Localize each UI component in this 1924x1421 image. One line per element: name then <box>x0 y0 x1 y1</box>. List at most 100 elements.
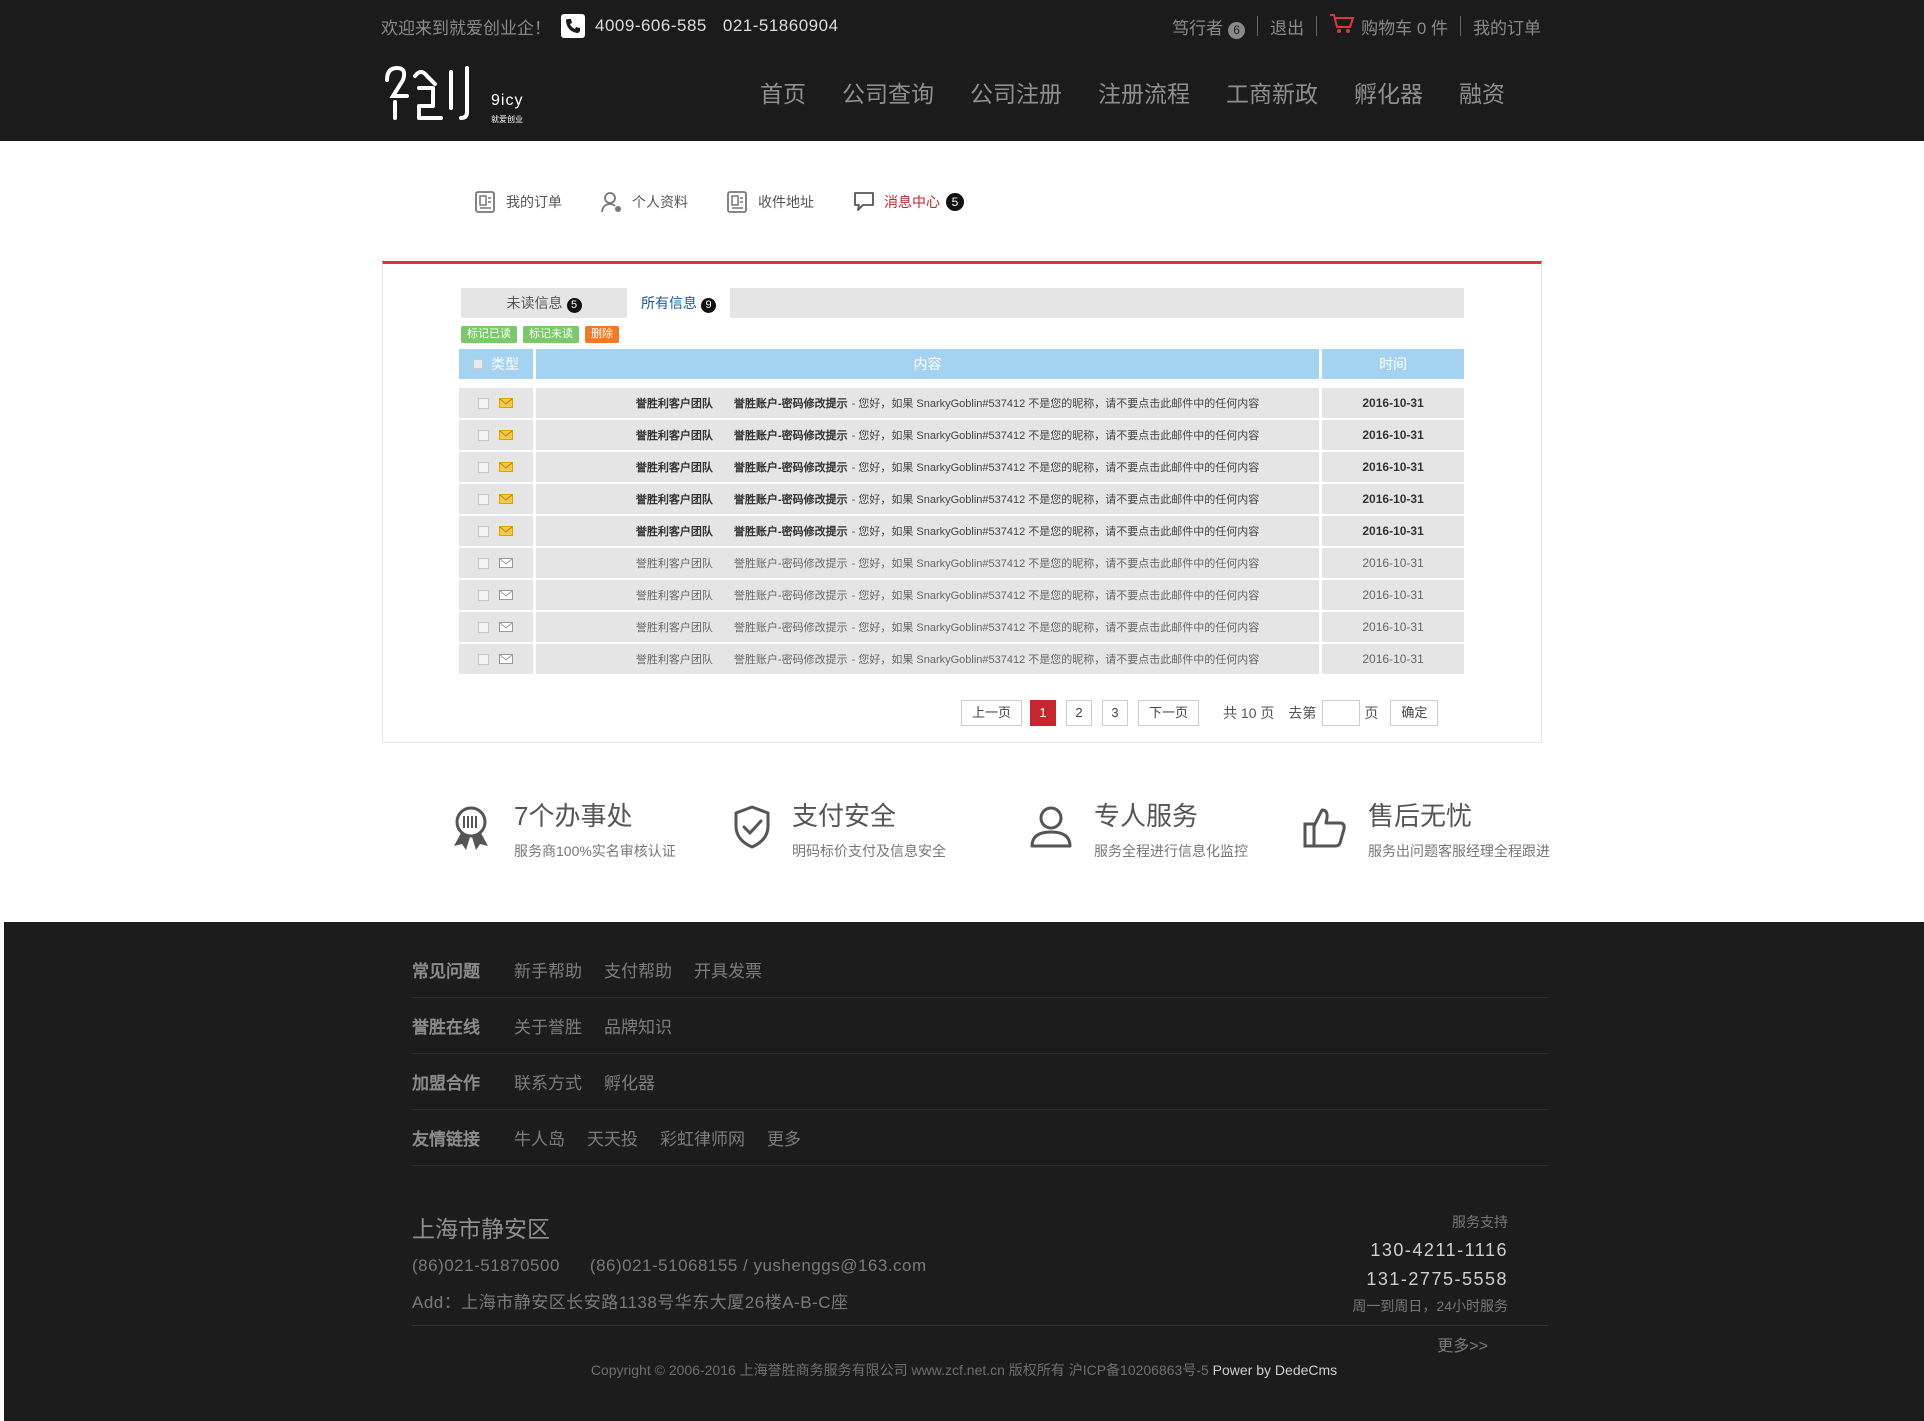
row-checkbox[interactable] <box>478 429 490 441</box>
footer-link[interactable]: 更多 <box>767 1125 801 1150</box>
delete-button[interactable]: 删除 <box>585 326 619 343</box>
username-link[interactable]: 笃行者 6 <box>1172 14 1246 39</box>
row-subject[interactable]: 誉胜账户-密码修改提示 <box>734 523 848 539</box>
row-subject[interactable]: 誉胜账户-密码修改提示 <box>734 427 848 443</box>
cart-icon[interactable] <box>1329 13 1355 40</box>
goto-confirm-button[interactable]: 确定 <box>1390 700 1439 726</box>
tab-profile[interactable]: 个人资料 <box>600 186 688 218</box>
message-list: 誉胜利客户团队 誉胜账户-密码修改提示 - 您好，如果 SnarkyGoblin#5… <box>459 388 1464 676</box>
username-text: 笃行者 <box>1172 18 1224 38</box>
page-2[interactable]: 2 <box>1066 700 1093 726</box>
row-subject[interactable]: 誉胜账户-密码修改提示 <box>734 459 848 475</box>
table-row[interactable]: 誉胜利客户团队 誉胜账户-密码修改提示 - 您好，如果 SnarkyGoblin#5… <box>459 420 1464 450</box>
ribbon-award-icon <box>448 804 494 861</box>
footer-link[interactable]: 关于誉胜 <box>514 1013 582 1038</box>
row-type-cell <box>459 580 533 610</box>
logo-brand: 9icy <box>491 92 524 109</box>
hotline-2: 021-51860904 <box>722 16 839 35</box>
mark-unread-button[interactable]: 标记未读 <box>523 326 579 343</box>
row-subject[interactable]: 誉胜账户-密码修改提示 <box>734 395 848 411</box>
footer-link[interactable]: 新手帮助 <box>514 957 582 982</box>
footer-link[interactable]: 孵化器 <box>604 1069 655 1094</box>
row-subject[interactable]: 誉胜账户-密码修改提示 <box>734 491 848 507</box>
mark-read-button[interactable]: 标记已读 <box>461 326 517 343</box>
row-content-cell: 誉胜利客户团队 誉胜账户-密码修改提示 - 您好，如果 SnarkyGoblin#5… <box>535 548 1320 578</box>
footer-divider <box>412 1325 1548 1326</box>
table-row[interactable]: 誉胜利客户团队 誉胜账户-密码修改提示 - 您好，如果 SnarkyGoblin#5… <box>459 548 1464 578</box>
row-subject[interactable]: 誉胜账户-密码修改提示 <box>734 651 848 667</box>
cart-link[interactable]: 购物车 0 件 <box>1361 14 1448 39</box>
page-1[interactable]: 1 <box>1030 700 1057 726</box>
tab-unread-label: 未读信息 <box>506 295 563 311</box>
table-row[interactable]: 誉胜利客户团队 誉胜账户-密码修改提示 - 您好，如果 SnarkyGoblin#5… <box>459 644 1464 674</box>
table-row[interactable]: 誉胜利客户团队 誉胜账户-密码修改提示 - 您好，如果 SnarkyGoblin#5… <box>459 484 1464 514</box>
nav-policy[interactable]: 工商新政 <box>1226 76 1318 112</box>
footer-link[interactable]: 牛人岛 <box>514 1125 565 1150</box>
row-checkbox[interactable] <box>478 525 490 537</box>
row-sender: 誉胜利客户团队 <box>635 558 713 570</box>
row-subject[interactable]: 誉胜账户-密码修改提示 <box>734 587 848 603</box>
nav-incubator[interactable]: 孵化器 <box>1354 76 1423 112</box>
table-row[interactable]: 誉胜利客户团队 誉胜账户-密码修改提示 - 您好，如果 SnarkyGoblin#5… <box>459 452 1464 482</box>
row-checkbox[interactable] <box>478 653 490 665</box>
footer-more-link[interactable]: 更多>> <box>1437 1332 1488 1356</box>
logo-tagline: 就爱创业 <box>491 115 523 124</box>
row-body: - 您好，如果 SnarkyGoblin#537412 不是您的昵称，请不要点击… <box>851 558 1260 570</box>
tab-address[interactable]: 收件地址 <box>726 186 814 218</box>
nav-financing[interactable]: 融资 <box>1459 76 1505 112</box>
feature-service-desc: 服务全程进行信息化监控 <box>1094 843 1248 859</box>
row-type-cell <box>459 516 533 546</box>
row-checkbox[interactable] <box>478 557 490 569</box>
pagination: 上一页 1 2 3 下一页 共 10 页 去第 页 确定 <box>961 700 1439 726</box>
site-logo[interactable]: 9icy 就爱创业 <box>381 62 531 128</box>
prev-page-button[interactable]: 上一页 <box>961 700 1023 726</box>
row-subject[interactable]: 誉胜账户-密码修改提示 <box>734 619 848 635</box>
tab-my-orders[interactable]: 我的订单 <box>474 186 562 218</box>
tab-all[interactable]: 所有信息 9 <box>627 288 730 318</box>
footer-link[interactable]: 彩虹律师网 <box>660 1125 745 1150</box>
footer-row-online: 誉胜在线 关于誉胜 品牌知识 <box>412 998 1548 1054</box>
feature-offices: 7个办事处 服务商100%实名审核认证 <box>448 790 676 861</box>
feature-payment: 支付安全 明码标价支付及信息安全 <box>732 790 946 861</box>
table-row[interactable]: 誉胜利客户团队 誉胜账户-密码修改提示 - 您好，如果 SnarkyGoblin#5… <box>459 612 1464 642</box>
table-row[interactable]: 誉胜利客户团队 誉胜账户-密码修改提示 - 您好，如果 SnarkyGoblin#5… <box>459 580 1464 610</box>
footer-link[interactable]: 支付帮助 <box>604 957 672 982</box>
nav-company-search[interactable]: 公司查询 <box>842 76 934 112</box>
footer-link[interactable]: 品牌知识 <box>604 1013 672 1038</box>
footer-link[interactable]: 联系方式 <box>514 1069 582 1094</box>
row-sender: 誉胜利客户团队 <box>635 526 713 538</box>
footer-city: 上海市静安区 <box>412 1216 550 1242</box>
row-sender: 誉胜利客户团队 <box>635 430 713 442</box>
next-page-button[interactable]: 下一页 <box>1138 700 1200 726</box>
row-checkbox[interactable] <box>478 493 490 505</box>
row-content-cell: 誉胜利客户团队 誉胜账户-密码修改提示 - 您好，如果 SnarkyGoblin#5… <box>535 452 1320 482</box>
nav-company-register[interactable]: 公司注册 <box>970 76 1062 112</box>
footer-phones: (86)021-51870500 (86)021-51068155 / yushe… <box>412 1256 927 1276</box>
select-all-checkbox[interactable] <box>472 359 483 369</box>
row-subject[interactable]: 誉胜账户-密码修改提示 <box>734 555 848 571</box>
nav-register-process[interactable]: 注册流程 <box>1098 76 1190 112</box>
my-orders-link[interactable]: 我的订单 <box>1473 14 1541 39</box>
feature-aftersales-desc: 服务出问题客服经理全程跟进 <box>1368 843 1550 859</box>
row-type-cell <box>459 420 533 450</box>
goto-page-input[interactable] <box>1322 700 1361 726</box>
row-checkbox[interactable] <box>478 461 490 473</box>
footer-heading: 常见问题 <box>412 962 480 981</box>
footer-contact: 上海市静安区 (86)021-51870500 (86)021-51068155 … <box>412 1210 927 1313</box>
row-checkbox[interactable] <box>478 397 490 409</box>
footer-link[interactable]: 开具发票 <box>694 957 762 982</box>
user-badge: 6 <box>1228 21 1246 39</box>
envelope-open-icon <box>499 590 514 600</box>
logout-link[interactable]: 退出 <box>1270 14 1304 39</box>
footer-link[interactable]: 天天投 <box>587 1125 638 1150</box>
user-center-tabs: 我的订单 个人资料 收件地址 消息中心 5 <box>474 186 1002 218</box>
row-body: - 您好，如果 SnarkyGoblin#537412 不是您的昵称，请不要点击… <box>851 430 1260 442</box>
tab-unread[interactable]: 未读信息 5 <box>461 288 627 318</box>
row-checkbox[interactable] <box>478 621 490 633</box>
table-row[interactable]: 誉胜利客户团队 誉胜账户-密码修改提示 - 您好，如果 SnarkyGoblin#5… <box>459 516 1464 546</box>
row-checkbox[interactable] <box>478 589 490 601</box>
nav-home[interactable]: 首页 <box>760 76 806 112</box>
tab-messages[interactable]: 消息中心 5 <box>852 186 964 218</box>
table-row[interactable]: 誉胜利客户团队 誉胜账户-密码修改提示 - 您好，如果 SnarkyGoblin#5… <box>459 388 1464 418</box>
page-3[interactable]: 3 <box>1102 700 1129 726</box>
